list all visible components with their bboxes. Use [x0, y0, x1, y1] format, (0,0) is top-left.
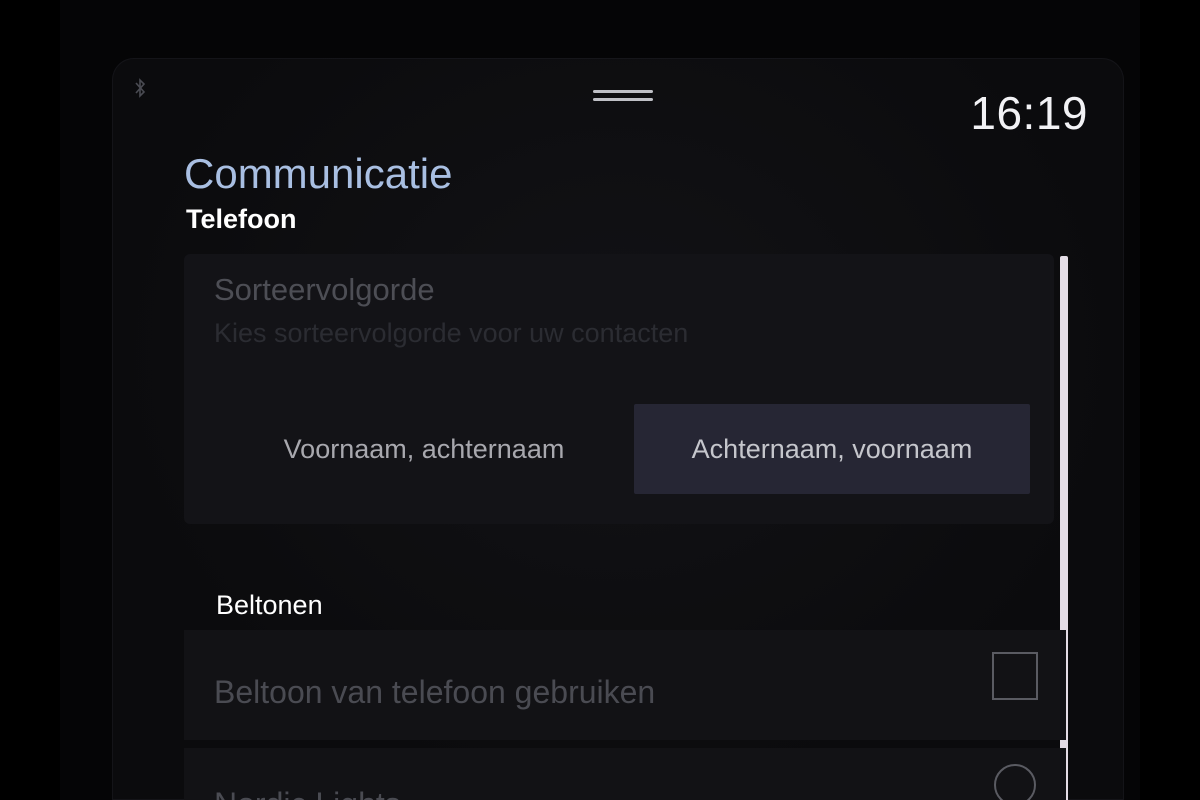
- bluetooth-icon: [135, 78, 146, 98]
- section-title: Telefoon: [186, 204, 297, 234]
- list-item-nordic-lights[interactable]: Nordic Lights: [184, 748, 1066, 800]
- infotainment-screen: 16:19 Communicatie Telefoon Sorteervolgo…: [112, 58, 1124, 800]
- ringtones-heading: Beltonen: [216, 590, 323, 620]
- list-item-label: Beltoon van telefoon gebruiken: [214, 674, 656, 710]
- sort-option-first-last[interactable]: Voornaam, achternaam: [244, 404, 604, 494]
- status-clock: 16:19: [970, 87, 1088, 139]
- nordic-lights-radio[interactable]: [994, 764, 1036, 800]
- use-phone-ringtone-checkbox[interactable]: [992, 652, 1038, 700]
- drag-handle-icon[interactable]: [593, 86, 653, 106]
- sort-order-card: Sorteervolgorde Kies sorteervolgorde voo…: [184, 254, 1054, 524]
- app-title: Communicatie: [184, 150, 453, 197]
- list-item-label: Nordic Lights: [214, 786, 401, 800]
- list-item-use-phone-ringtone[interactable]: Beltoon van telefoon gebruiken: [184, 630, 1066, 740]
- sort-option-label: Achternaam, voornaam: [691, 433, 973, 464]
- sort-order-title: Sorteervolgorde: [214, 272, 435, 307]
- sort-option-label: Voornaam, achternaam: [283, 433, 565, 464]
- sort-order-subtitle: Kies sorteervolgorde voor uw contacten: [214, 318, 689, 348]
- sort-option-last-first[interactable]: Achternaam, voornaam: [634, 404, 1030, 494]
